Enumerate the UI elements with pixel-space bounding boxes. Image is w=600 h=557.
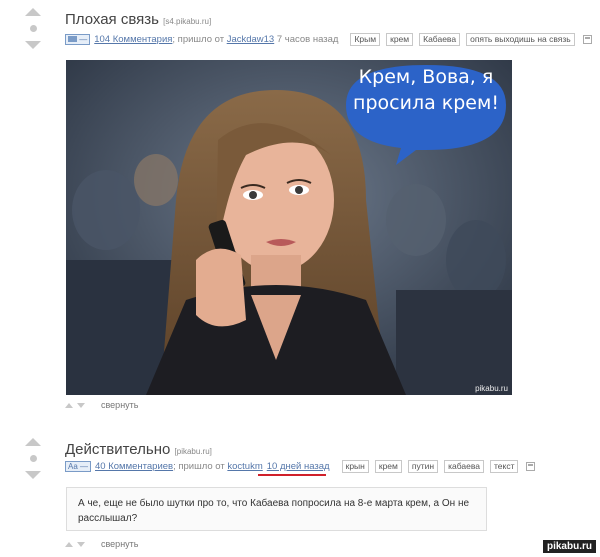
rating-dot-icon xyxy=(29,25,37,32)
image-type-badge[interactable]: — xyxy=(65,34,91,45)
vote-widget xyxy=(22,438,44,479)
site-watermark: pikabu.ru xyxy=(542,540,596,553)
post-meta: — 104 Комментария ; пришло от Jackdaw13 … xyxy=(65,33,592,46)
post-meta: Aa — 40 Комментариев ; пришло от koctukm… xyxy=(65,460,536,473)
downvote-icon[interactable] xyxy=(25,41,41,49)
post-footer: свернуть xyxy=(65,400,138,410)
text-type-badge[interactable]: Aa — xyxy=(65,461,92,472)
mini-upvote-icon[interactable] xyxy=(65,402,73,408)
collapse-link[interactable]: свернуть xyxy=(101,400,138,410)
tag[interactable]: текст xyxy=(490,460,519,473)
mini-downvote-icon[interactable] xyxy=(77,402,85,408)
tag[interactable]: крем xyxy=(386,33,414,46)
speech-bubble-text: Крем, Вова, я просила крем! xyxy=(353,66,499,114)
author-link[interactable]: koctukm xyxy=(227,461,262,472)
mini-upvote-icon[interactable] xyxy=(65,541,73,547)
comments-link[interactable]: 104 Комментария xyxy=(94,34,172,45)
tag[interactable]: крем xyxy=(374,460,402,473)
downvote-icon[interactable] xyxy=(25,471,41,479)
posted-from-text: ; пришло от xyxy=(173,461,228,472)
tag[interactable]: опять выходишь на связь xyxy=(466,33,575,46)
post-title[interactable]: Плохая связь xyxy=(65,11,159,28)
post-title-row: Действительно [pikabu.ru] xyxy=(65,441,212,458)
post-title[interactable]: Действительно xyxy=(65,441,170,458)
rating-dot-icon xyxy=(29,455,37,462)
post-domain: [pikabu.ru] xyxy=(174,447,212,456)
post-text: А че, еще не было шутки про то, что Каба… xyxy=(66,487,487,531)
tag[interactable]: Кабаева xyxy=(419,33,461,46)
camera-icon xyxy=(68,36,77,43)
vote-widget xyxy=(22,8,44,49)
tag-list: Крым крем Кабаева опять выходишь на связ… xyxy=(350,33,580,46)
save-icon[interactable] xyxy=(526,462,536,471)
posted-from-text: ; пришло от xyxy=(172,34,227,45)
upvote-icon[interactable] xyxy=(25,8,41,16)
post-image: Крем, Вова, я просила крем! pikabu.ru xyxy=(66,60,512,395)
image-watermark: pikabu.ru xyxy=(475,384,508,393)
post-domain: [s4.pikabu.ru] xyxy=(163,17,212,26)
upvote-icon[interactable] xyxy=(25,438,41,446)
author-link[interactable]: Jackdaw13 xyxy=(227,34,275,45)
tag[interactable]: путин xyxy=(407,460,439,473)
post-time-link[interactable]: 10 дней назад xyxy=(267,461,330,472)
comments-link[interactable]: 40 Комментариев xyxy=(95,461,173,472)
tag[interactable]: крын xyxy=(341,460,369,473)
mini-downvote-icon[interactable] xyxy=(77,541,85,547)
post-title-row: Плохая связь [s4.pikabu.ru] xyxy=(65,11,211,28)
collapse-link[interactable]: свернуть xyxy=(101,539,138,549)
tag[interactable]: кабаева xyxy=(444,460,484,473)
post-time: 7 часов назад xyxy=(274,34,339,45)
post-footer: свернуть xyxy=(65,539,138,549)
tag-list: крын крем путин кабаева текст xyxy=(341,460,525,473)
highlight-underline xyxy=(258,474,326,476)
save-icon[interactable] xyxy=(582,35,592,44)
tag[interactable]: Крым xyxy=(350,33,381,46)
